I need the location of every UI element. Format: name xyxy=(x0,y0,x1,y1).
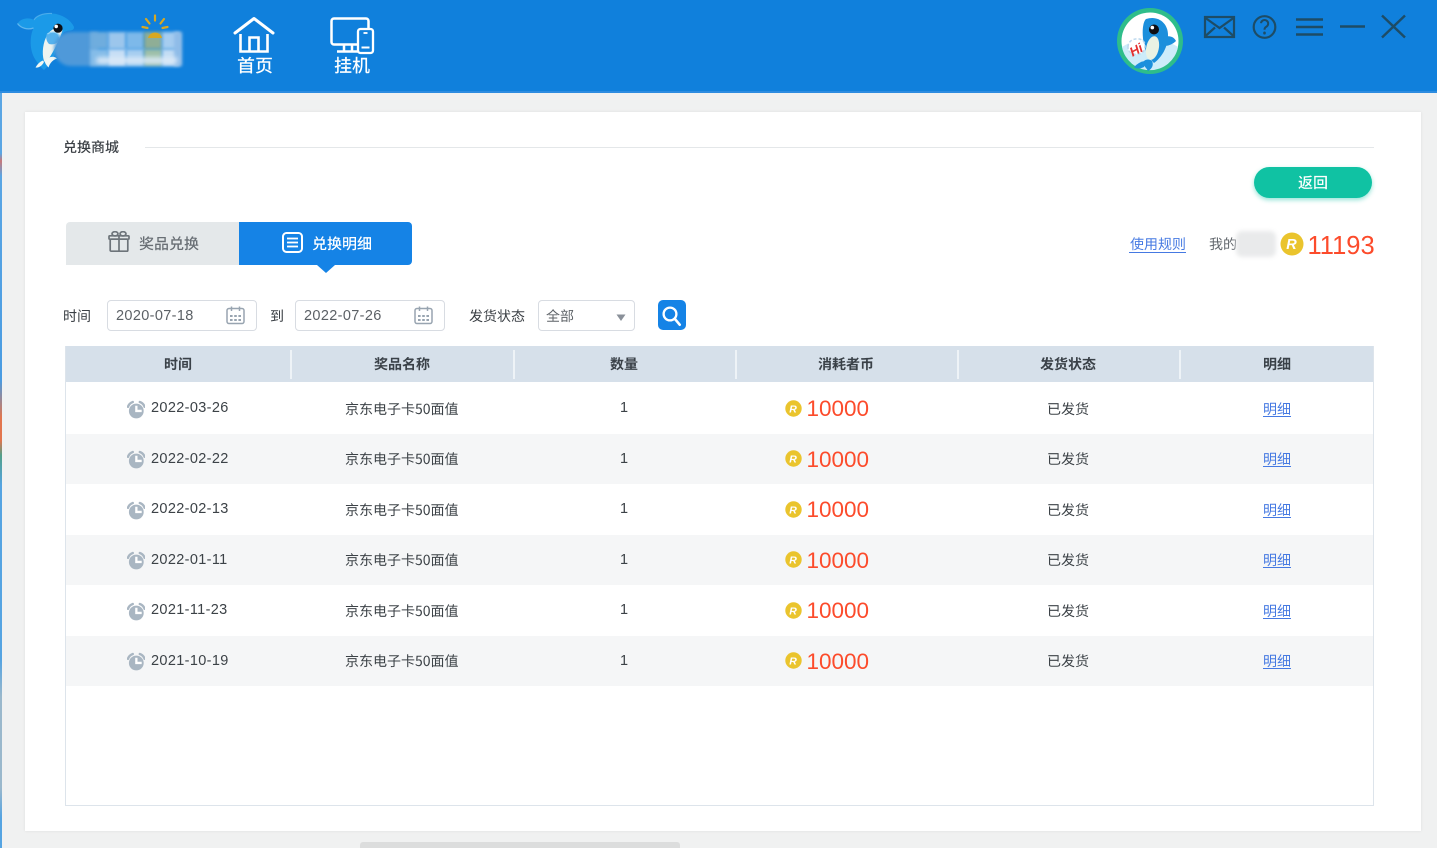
svg-text:R: R xyxy=(1286,237,1297,253)
